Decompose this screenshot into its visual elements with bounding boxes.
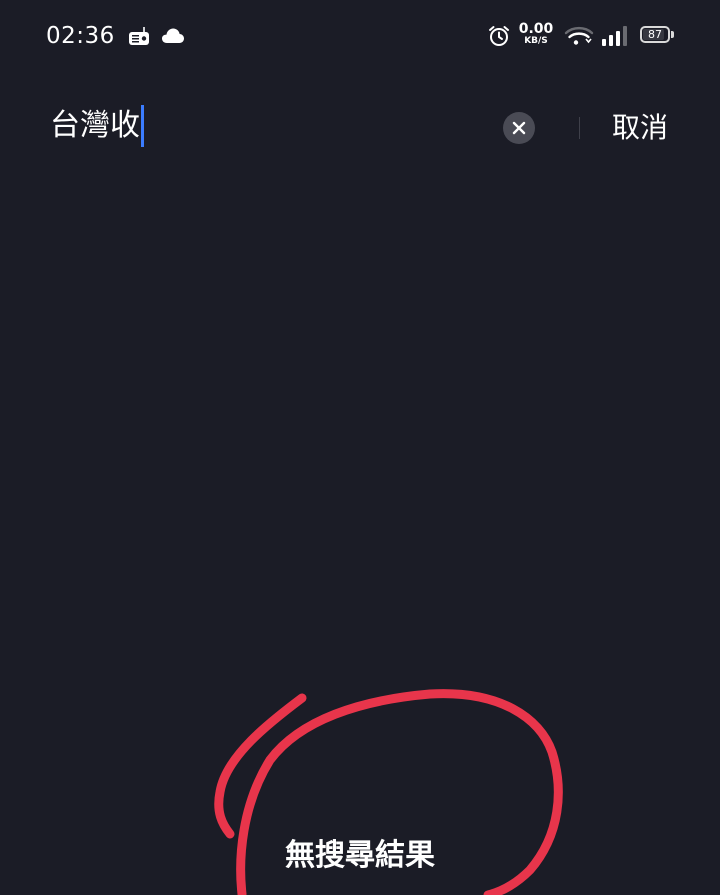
search-page: 02:36 0.00 KB/S 87 台灣收 取消 無搜尋結果 <box>0 0 720 895</box>
radio-icon <box>129 27 149 45</box>
clear-search-button[interactable] <box>503 112 535 144</box>
search-input-value[interactable]: 台灣收 <box>50 106 140 146</box>
net-speed-unit: KB/S <box>524 36 548 46</box>
header-divider <box>579 117 580 139</box>
battery-level: 87 <box>648 28 662 41</box>
wifi-icon <box>564 26 594 45</box>
close-icon <box>512 121 526 135</box>
cloud-icon <box>162 28 184 43</box>
status-bar: 02:36 0.00 KB/S 87 <box>0 0 720 72</box>
battery-tip <box>671 31 674 38</box>
battery-icon: 87 <box>640 26 670 43</box>
alarm-icon <box>489 26 509 46</box>
no-results-message: 無搜尋結果 <box>285 838 435 873</box>
signal-icon <box>602 26 627 46</box>
text-caret <box>141 105 144 147</box>
search-header: 台灣收 取消 <box>0 95 720 161</box>
net-speed: 0.00 KB/S <box>518 22 554 46</box>
search-input[interactable]: 台灣收 <box>50 103 144 149</box>
net-speed-value: 0.00 <box>518 21 554 37</box>
status-time: 02:36 <box>46 23 115 49</box>
cancel-button[interactable]: 取消 <box>612 108 668 148</box>
